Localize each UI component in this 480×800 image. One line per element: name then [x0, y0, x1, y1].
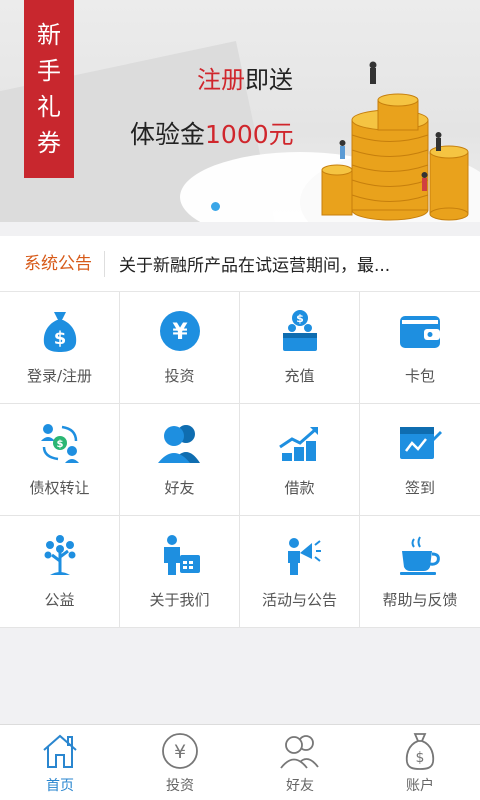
tab-label: 账户 [406, 777, 434, 794]
notice-tag: 系统公告 [0, 250, 105, 277]
tab-label: 首页 [46, 777, 74, 794]
tree-icon [38, 533, 82, 577]
newbie-gift-tag: 新 手 礼 券 [24, 0, 74, 178]
grid-item-debt-transfer[interactable]: $ 债权转让 [0, 404, 120, 516]
recharge-icon: $ [278, 309, 322, 353]
grid-item-sign-in[interactable]: 签到 [360, 404, 480, 516]
promo-amount: 1000元 [205, 120, 294, 149]
system-notice-bar[interactable]: 系统公告 关于新融所产品在试运营期间，最... [0, 236, 480, 292]
tab-label: 投资 [166, 777, 194, 794]
grid-item-label: 债权转让 [29, 479, 90, 497]
gift-tag-char: 手 [37, 57, 61, 85]
yen-circle-icon: ¥ [160, 731, 200, 771]
grid-item-label: 卡包 [404, 367, 435, 385]
svg-text:$: $ [296, 312, 304, 325]
carousel-indicator[interactable] [211, 202, 220, 211]
promo-line-2: 体验金1000元 [130, 115, 330, 151]
grid-item-label: 好友 [164, 479, 195, 497]
grid-item-label: 活动与公告 [261, 591, 337, 609]
tab-home[interactable]: 首页 [0, 725, 120, 800]
grid-item-label: 登录/注册 [26, 367, 93, 385]
grid-item-label: 关于我们 [149, 591, 210, 609]
promo-register-text: 注册 [197, 66, 245, 94]
svg-text:¥: ¥ [172, 320, 188, 345]
grid-item-borrow[interactable]: 借款 [240, 404, 360, 516]
yen-circle-icon: ¥ [158, 309, 202, 353]
about-us-icon [158, 533, 202, 577]
sign-in-icon [398, 421, 442, 465]
svg-text:¥: ¥ [174, 741, 186, 763]
promo-banner[interactable]: 新 手 礼 券 注册即送 体验金1000元 [0, 0, 480, 222]
grid-item-friends[interactable]: 好友 [120, 404, 240, 516]
grid-item-label: 公益 [44, 591, 75, 609]
promo-trial-text: 体验金 [130, 120, 206, 149]
transfer-icon: $ [38, 421, 82, 465]
grid-item-about-us[interactable]: 关于我们 [120, 516, 240, 628]
promo-send-text: 即送 [245, 66, 293, 94]
grid-item-events-notices[interactable]: 活动与公告 [240, 516, 360, 628]
money-bag-icon: $ [400, 731, 440, 771]
grid-item-label: 借款 [284, 479, 315, 497]
svg-text:$: $ [416, 750, 425, 766]
friends-icon [280, 731, 320, 771]
grid-item-login-register[interactable]: $ 登录/注册 [0, 292, 120, 404]
promo-text: 注册即送 体验金1000元 [130, 60, 330, 151]
coin-stack-illustration [321, 61, 469, 221]
grid-item-card-wallet[interactable]: 卡包 [360, 292, 480, 404]
money-bag-icon: $ [38, 309, 82, 353]
friends-icon [157, 421, 202, 465]
gift-tag-char: 礼 [37, 93, 61, 121]
grid-item-label: 签到 [404, 479, 435, 497]
tab-label: 好友 [286, 777, 314, 794]
grid-item-label: 投资 [164, 367, 195, 385]
grid-item-label: 帮助与反馈 [382, 591, 458, 609]
grid-item-label: 充值 [284, 367, 315, 385]
grid-item-help-feedback[interactable]: 帮助与反馈 [360, 516, 480, 628]
grid-item-invest[interactable]: ¥ 投资 [120, 292, 240, 404]
grid-item-recharge[interactable]: $ 充值 [240, 292, 360, 404]
gift-tag-char: 新 [37, 21, 61, 49]
tab-account[interactable]: $ 账户 [360, 725, 480, 800]
growth-coins-icon [278, 421, 322, 465]
promo-line-1: 注册即送 [160, 60, 330, 95]
bottom-tab-bar: 首页 ¥ 投资 好友 $ 账户 [0, 724, 480, 800]
gift-tag-char: 券 [37, 129, 61, 157]
coffee-cup-icon [398, 533, 442, 577]
notice-text[interactable]: 关于新融所产品在试运营期间，最... [105, 251, 390, 276]
home-icon [40, 731, 80, 771]
grid-item-charity[interactable]: 公益 [0, 516, 120, 628]
megaphone-icon [278, 533, 322, 577]
tab-invest[interactable]: ¥ 投资 [120, 725, 240, 800]
tab-friends[interactable]: 好友 [240, 725, 360, 800]
svg-text:$: $ [56, 439, 63, 450]
svg-text:$: $ [53, 328, 66, 349]
wallet-icon [398, 309, 442, 353]
feature-grid: $ 登录/注册 ¥ 投资 $ 充值 卡包 $ 债权转让 好友 借款 签到 公益 … [0, 292, 480, 628]
